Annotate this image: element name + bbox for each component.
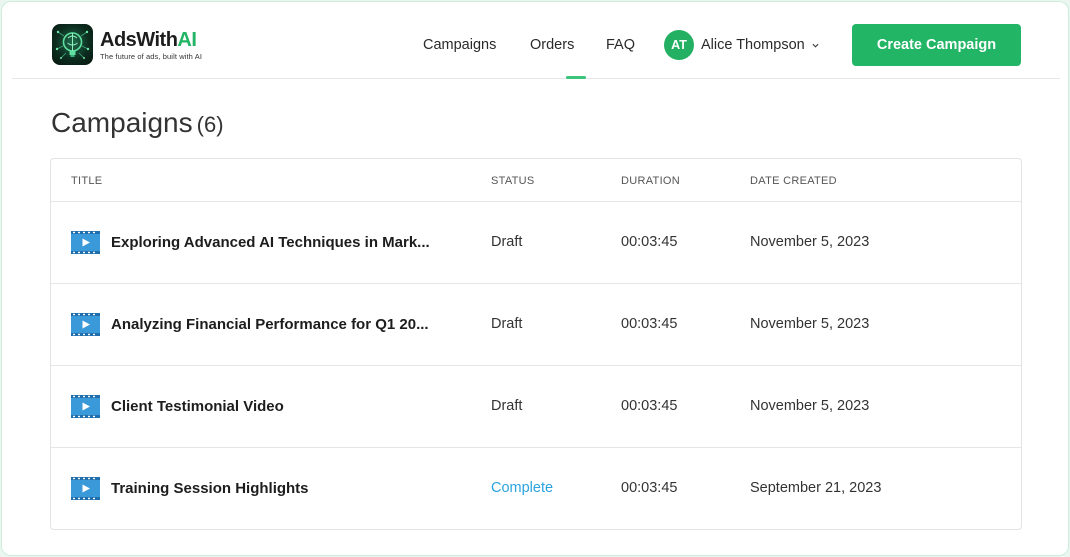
status-badge: Complete	[491, 480, 554, 496]
page-title: Campaigns (6)	[51, 107, 224, 139]
campaign-count: (6)	[196, 112, 224, 137]
chevron-down-icon	[812, 43, 819, 48]
column-header-title[interactable]: TITLE	[71, 175, 102, 187]
video-icon	[71, 231, 100, 254]
user-menu[interactable]: AT Alice Thompson	[664, 30, 819, 60]
video-icon	[71, 313, 100, 336]
status-badge: Draft	[491, 234, 523, 250]
status-badge: Draft	[491, 398, 523, 414]
campaign-title[interactable]: Analyzing Financial Performance for Q1 2…	[111, 316, 429, 333]
table-header: TITLE STATUS DURATION DATE CREATED	[51, 159, 1021, 202]
campaign-duration: 00:03:45	[621, 398, 678, 414]
campaign-duration: 00:03:45	[621, 316, 678, 332]
campaign-date-created: November 5, 2023	[750, 398, 870, 414]
table-row[interactable]: Training Session Highlights Complete 00:…	[51, 448, 1021, 529]
top-navigation-bar: AdsWithAI The future of ads, built with …	[12, 2, 1060, 79]
brand-name-prefix: AdsWith	[100, 28, 178, 51]
table-row[interactable]: Client Testimonial Video Draft 00:03:45 …	[51, 366, 1021, 448]
status-badge: Draft	[491, 316, 523, 332]
avatar: AT	[664, 30, 694, 60]
app-window: AdsWithAI The future of ads, built with …	[1, 1, 1069, 556]
campaign-title[interactable]: Exploring Advanced AI Techniques in Mark…	[111, 234, 430, 251]
page-title-text: Campaigns	[51, 107, 193, 138]
nav-item-faq[interactable]: FAQ	[606, 37, 635, 53]
campaign-duration: 00:03:45	[621, 234, 678, 250]
campaigns-table: TITLE STATUS DURATION DATE CREATED Explo…	[50, 158, 1022, 530]
video-icon	[71, 477, 100, 500]
video-icon	[71, 395, 100, 418]
campaign-title[interactable]: Client Testimonial Video	[111, 398, 284, 415]
campaign-duration: 00:03:45	[621, 480, 678, 496]
user-name: Alice Thompson	[701, 37, 805, 53]
column-header-duration[interactable]: DURATION	[621, 175, 680, 187]
table-row[interactable]: Analyzing Financial Performance for Q1 2…	[51, 284, 1021, 366]
nav-item-orders[interactable]: Orders	[530, 37, 574, 53]
ai-brain-logo-icon	[52, 24, 93, 65]
brand-logo[interactable]: AdsWithAI The future of ads, built with …	[52, 24, 202, 65]
campaign-title[interactable]: Training Session Highlights	[111, 480, 309, 497]
campaign-date-created: November 5, 2023	[750, 234, 870, 250]
column-header-status[interactable]: STATUS	[491, 175, 535, 187]
brand-tagline: The future of ads, built with AI	[100, 51, 203, 61]
campaign-date-created: September 21, 2023	[750, 480, 882, 496]
brand-name-suffix: AI	[177, 28, 197, 51]
create-campaign-button[interactable]: Create Campaign	[852, 24, 1021, 66]
active-nav-indicator	[566, 76, 586, 79]
nav-item-campaigns[interactable]: Campaigns	[423, 37, 496, 53]
table-row[interactable]: Exploring Advanced AI Techniques in Mark…	[51, 202, 1021, 284]
brand-wordmark: AdsWithAI The future of ads, built with …	[100, 29, 202, 61]
column-header-date-created[interactable]: DATE CREATED	[750, 175, 837, 187]
campaign-date-created: November 5, 2023	[750, 316, 870, 332]
brand-name: AdsWithAI	[100, 29, 202, 51]
